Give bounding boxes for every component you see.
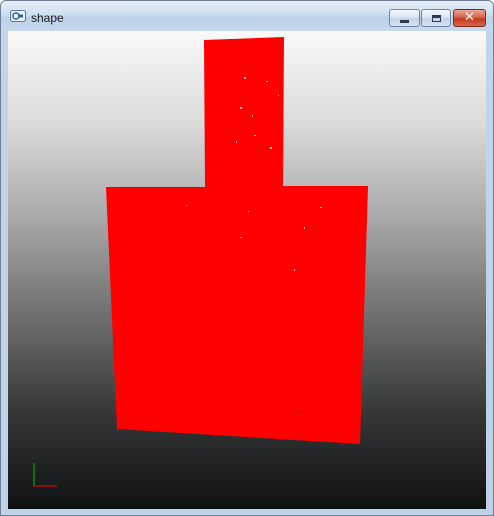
close-button[interactable]: ✕ — [453, 9, 486, 27]
close-icon: ✕ — [464, 10, 475, 25]
minimize-button[interactable] — [389, 9, 420, 27]
title-bar[interactable]: shape ✕ — [1, 1, 493, 31]
window-title: shape — [31, 11, 64, 25]
axis-indicator — [33, 463, 57, 487]
app-icon — [10, 10, 26, 22]
maximize-icon — [431, 14, 441, 22]
3d-viewport[interactable] — [8, 31, 486, 509]
maximize-button[interactable] — [421, 9, 451, 27]
minimize-icon — [400, 19, 409, 23]
app-window: shape ✕ — [0, 0, 494, 516]
